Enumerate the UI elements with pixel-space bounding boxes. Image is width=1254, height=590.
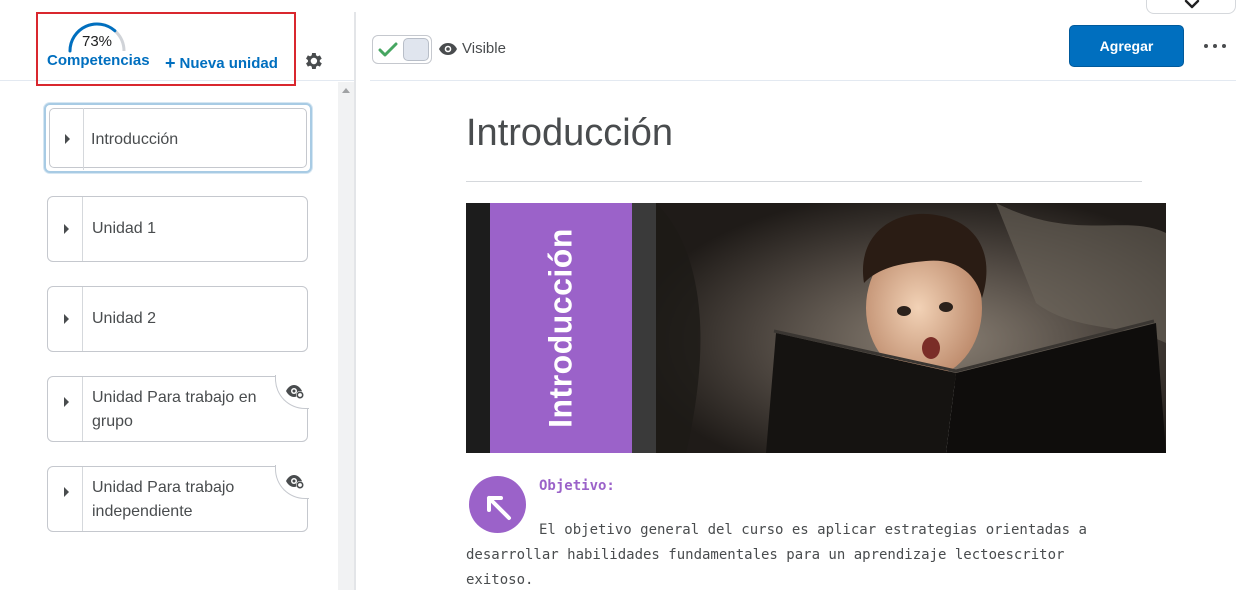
title-divider <box>466 181 1142 182</box>
collapse-header-button[interactable] <box>1146 0 1236 14</box>
visibility-toggle[interactable] <box>372 35 432 64</box>
unit-item-unidad-1[interactable]: Unidad 1 <box>47 196 308 262</box>
more-icon-dot <box>1213 44 1217 48</box>
toggle-knob <box>403 38 429 61</box>
scroll-up-icon[interactable] <box>342 88 350 93</box>
eye-hidden-icon <box>286 475 304 489</box>
page-title: Introducción <box>466 112 674 154</box>
expand-toggle[interactable] <box>49 108 84 170</box>
reading-child-photo <box>656 203 1166 453</box>
caret-right-icon <box>65 134 70 144</box>
caret-right-icon <box>64 397 69 407</box>
intro-banner-image: Introducción <box>466 203 1166 453</box>
unit-item-trabajo-grupo[interactable]: Unidad Para trabajo en grupo <box>47 375 309 442</box>
objective-label: Objetivo: <box>539 478 615 494</box>
more-icon-dot <box>1222 44 1226 48</box>
caret-right-icon <box>64 487 69 497</box>
add-button[interactable]: Agregar <box>1069 25 1184 67</box>
check-icon <box>378 42 398 57</box>
expand-toggle[interactable] <box>48 197 83 261</box>
unit-item-unidad-2[interactable]: Unidad 2 <box>47 286 308 352</box>
more-icon <box>1204 44 1208 48</box>
unit-item-introduccion[interactable]: Introducción <box>44 103 312 173</box>
banner-dark-bar <box>466 203 490 453</box>
unit-label: Unidad Para trabajo independiente <box>92 479 235 520</box>
settings-button[interactable] <box>302 50 324 72</box>
more-options-button[interactable] <box>1202 36 1228 56</box>
expand-toggle[interactable] <box>48 467 83 531</box>
unit-label: Unidad 1 <box>92 220 157 237</box>
objective-text: El objetivo general del curso es aplicar… <box>466 522 1087 588</box>
unit-item-trabajo-independiente[interactable]: Unidad Para trabajo independiente <box>47 465 309 532</box>
caret-right-icon <box>64 314 69 324</box>
hidden-badge <box>275 375 309 409</box>
unit-label: Unidad Para trabajo en grupo <box>92 389 257 430</box>
caret-right-icon <box>64 224 69 234</box>
unit-label: Unidad 2 <box>92 310 157 327</box>
visibility-label: Visible <box>462 40 506 57</box>
hidden-badge <box>275 465 309 499</box>
chevron-down-icon <box>1184 0 1200 9</box>
panel-divider[interactable] <box>354 12 356 590</box>
expand-toggle[interactable] <box>48 377 83 441</box>
gear-icon <box>306 53 322 69</box>
sidebar-scrollbar[interactable] <box>338 82 354 590</box>
sidebar: 73% Competencias + Nueva unidad Introducc… <box>0 0 356 590</box>
unit-label: Introducción <box>91 131 179 148</box>
eye-icon <box>439 43 457 55</box>
expand-toggle[interactable] <box>48 287 83 351</box>
banner-strip <box>632 203 656 453</box>
highlight-box <box>36 12 296 86</box>
banner-title: Introducción <box>542 228 579 428</box>
eye-hidden-icon <box>286 385 304 399</box>
